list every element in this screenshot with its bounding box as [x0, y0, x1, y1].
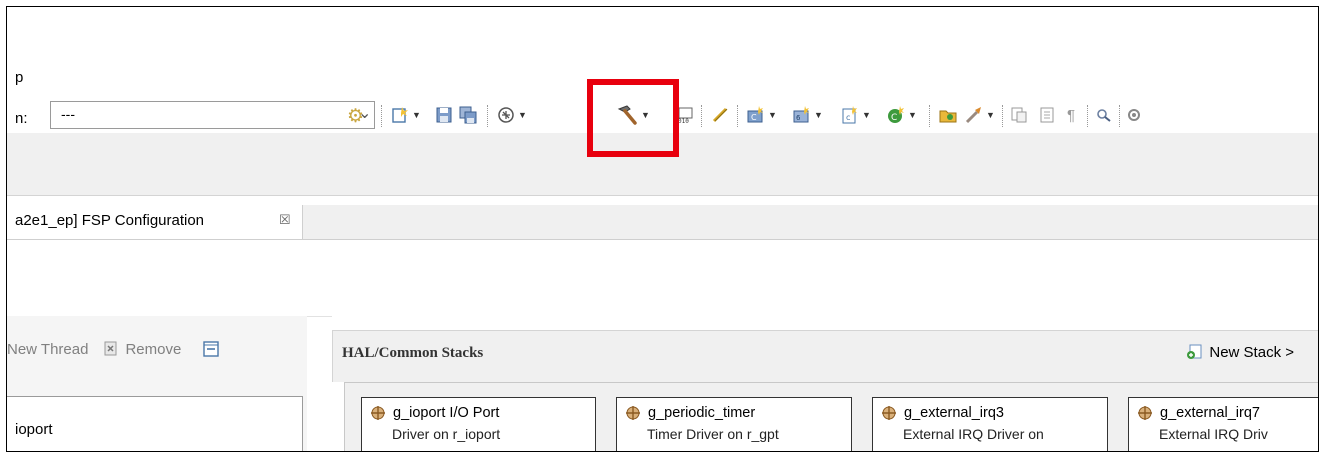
new-stack-button[interactable]: New Stack >: [1186, 343, 1294, 361]
gear-icon[interactable]: ⚙: [347, 105, 364, 128]
settings-button[interactable]: [1125, 103, 1143, 127]
new-class-button[interactable]: 6 ▼: [793, 103, 823, 127]
search-button[interactable]: [1095, 103, 1113, 127]
open-folder-icon: [939, 110, 957, 123]
dropdown-arrow-icon[interactable]: ▼: [768, 110, 777, 120]
build-config-combo[interactable]: --- ⌄: [50, 101, 375, 129]
svg-text:6: 6: [796, 114, 801, 122]
save-all-button[interactable]: [459, 103, 477, 127]
new-stack-label: New Stack >: [1209, 343, 1294, 361]
editor-tab-strip: a2e1_ep] FSP Configuration ☒: [7, 205, 1318, 240]
module-icon: [626, 406, 640, 420]
block-button[interactable]: [1038, 103, 1056, 127]
toolbar-separator: [929, 105, 931, 127]
debug-config-icon: [498, 107, 514, 123]
new-stack-icon: [1187, 344, 1202, 359]
screenshot-frame: p n: --- ⌄ ⚙ ▼ ▼ ▼ 010 C ▼ 6 ▼ c ▼ C ▼ ▼…: [6, 6, 1319, 452]
new-file-icon: [392, 107, 408, 123]
link-button[interactable]: [711, 103, 729, 127]
build-highlight-box: [587, 79, 679, 157]
threads-panel: New Thread Remove ioport: [7, 316, 307, 451]
binary-button[interactable]: 010: [677, 103, 695, 127]
stack-card-external-irq7[interactable]: g_external_irq7 External IRQ Driv: [1128, 397, 1318, 451]
toolbar-separator: [1087, 105, 1089, 127]
new-c-project-button[interactable]: C ▼: [747, 103, 777, 127]
stacks-title: HAL/Common Stacks: [342, 345, 484, 361]
remove-button[interactable]: Remove: [125, 341, 181, 358]
collapse-icon[interactable]: [203, 341, 219, 357]
list-item[interactable]: ioport: [15, 421, 53, 438]
svg-text:C: C: [751, 113, 757, 122]
new-source-button[interactable]: c ▼: [841, 103, 871, 127]
save-button[interactable]: [435, 103, 453, 127]
card-title: g_ioport I/O Port: [370, 405, 499, 421]
save-all-icon: [459, 106, 477, 124]
new-class-icon: 6: [793, 106, 809, 123]
remove-icon: [104, 341, 117, 356]
link-icon: [712, 107, 728, 123]
new-thread-button[interactable]: New Thread: [7, 341, 88, 358]
card-subtitle: External IRQ Driv: [1159, 426, 1268, 442]
binary-icon: 010: [678, 107, 693, 124]
stack-card-ioport[interactable]: g_ioport I/O Port Driver on r_ioport: [361, 397, 596, 451]
stack-card-external-irq3[interactable]: g_external_irq3 External IRQ Driver on: [872, 397, 1108, 451]
build-config-value: ---: [61, 106, 75, 122]
settings-icon: [1128, 109, 1140, 121]
stacks-canvas: g_ioport I/O Port Driver on r_ioport g_p…: [344, 382, 1318, 451]
stacks-header: HAL/Common Stacks New Stack >: [332, 330, 1318, 382]
block-icon: [1040, 107, 1054, 123]
dropdown-arrow-icon[interactable]: ▼: [986, 110, 995, 120]
config-label: n:: [15, 110, 28, 127]
card-subtitle: External IRQ Driver on: [903, 426, 1044, 442]
new-element-icon: C: [888, 106, 904, 123]
open-folder-button[interactable]: [939, 103, 957, 127]
svg-text:010: 010: [678, 118, 689, 124]
run-icon: [965, 107, 981, 124]
new-c-project-icon: C: [747, 106, 763, 123]
card-title: g_external_irq3: [881, 405, 1004, 421]
card-subtitle: Driver on r_ioport: [392, 426, 501, 442]
threads-toolbar: New Thread Remove: [7, 334, 219, 364]
card-subtitle: Timer Driver on r_gpt: [647, 426, 779, 442]
debug-config-button[interactable]: ▼: [497, 103, 527, 127]
new-element-button[interactable]: C ▼: [887, 103, 917, 127]
toolbar-separator: [487, 105, 489, 127]
module-icon: [371, 406, 385, 420]
pilcrow-icon: ¶: [1067, 106, 1076, 124]
toggle-button[interactable]: [1010, 103, 1028, 127]
toolbar-separator: [701, 105, 703, 127]
dropdown-arrow-icon[interactable]: ▼: [412, 110, 421, 120]
card-title: g_external_irq7: [1137, 405, 1260, 421]
editor-header-band: [7, 240, 1318, 317]
module-icon: [882, 406, 896, 420]
dropdown-arrow-icon[interactable]: ▼: [862, 110, 871, 120]
dropdown-arrow-icon[interactable]: ▼: [518, 110, 527, 120]
module-icon: [1138, 406, 1152, 420]
stack-card-periodic-timer[interactable]: g_periodic_timer Timer Driver on r_gpt: [616, 397, 852, 451]
tab-label: a2e1_ep] FSP Configuration: [15, 212, 205, 229]
save-icon: [436, 107, 452, 123]
search-icon: [1097, 109, 1111, 122]
toolbar-separator: [1002, 105, 1004, 127]
dropdown-arrow-icon[interactable]: ▼: [908, 110, 917, 120]
toggle-icon: [1011, 107, 1027, 123]
stacks-panel: HAL/Common Stacks New Stack > g_ioport I…: [332, 316, 1318, 451]
menu-fragment[interactable]: p: [15, 69, 23, 86]
toolbar-separator: [381, 105, 383, 127]
pilcrow-button[interactable]: ¶: [1067, 103, 1075, 127]
close-icon[interactable]: ☒: [279, 212, 291, 228]
new-file-button[interactable]: ▼: [391, 103, 421, 127]
toolbar-separator: [1119, 105, 1121, 127]
toolbar-separator: [737, 105, 739, 127]
threads-list: ioport: [7, 396, 303, 451]
new-source-icon: c: [842, 106, 857, 124]
tab-fsp-configuration[interactable]: a2e1_ep] FSP Configuration ☒: [7, 205, 303, 239]
run-button[interactable]: ▼: [965, 103, 995, 127]
card-title: g_periodic_timer: [625, 405, 755, 421]
svg-text:C: C: [891, 113, 897, 123]
dropdown-arrow-icon[interactable]: ▼: [814, 110, 823, 120]
svg-text:c: c: [846, 113, 850, 122]
